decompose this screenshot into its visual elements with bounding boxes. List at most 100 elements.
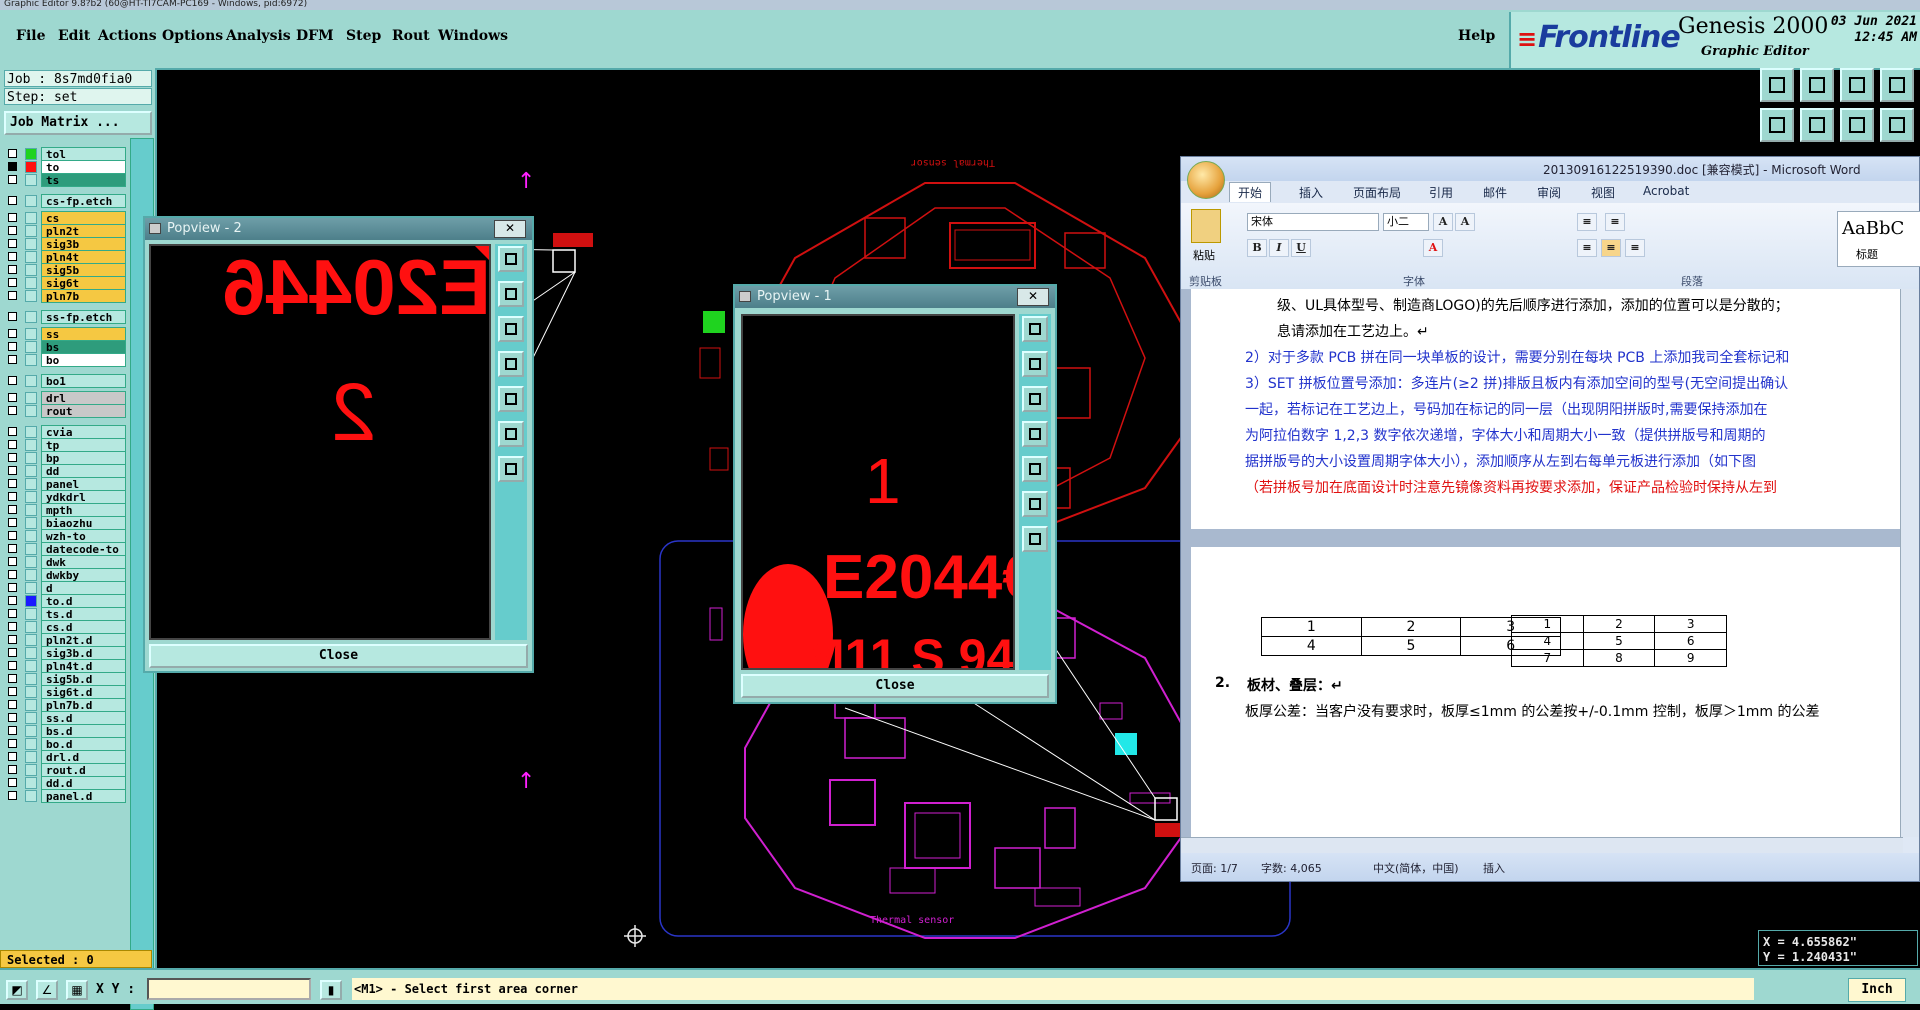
layer-checkbox[interactable] xyxy=(8,609,17,618)
layer-row-ss-fp-etch[interactable]: ss-fp.etch xyxy=(4,310,126,324)
layer-row-sig6t-d[interactable]: sig6t.d xyxy=(4,685,126,699)
units-selector[interactable]: Inch xyxy=(1848,978,1906,1002)
layer-name[interactable]: datecode-to xyxy=(41,542,126,556)
layer-checkbox[interactable] xyxy=(8,687,17,696)
layer-row-pln7b-d[interactable]: pln7b.d xyxy=(4,698,126,712)
layer-color-swatch[interactable] xyxy=(25,238,37,250)
tab-home[interactable]: 开始 xyxy=(1229,182,1272,202)
layer-row-cvia[interactable]: cvia xyxy=(4,425,126,439)
layer-row-cs[interactable]: cs xyxy=(4,211,126,225)
layer-color-swatch[interactable] xyxy=(25,405,37,417)
layer-color-swatch[interactable] xyxy=(25,174,37,186)
layer-name[interactable]: sig5b xyxy=(41,263,126,277)
layer-name[interactable]: to xyxy=(41,160,126,174)
menu-dfm[interactable]: DFM xyxy=(296,28,334,44)
layer-row-sig3b[interactable]: sig3b xyxy=(4,237,126,251)
shrink-font-button[interactable]: A xyxy=(1455,213,1475,231)
layer-row-to-d[interactable]: to.d xyxy=(4,594,126,608)
layer-color-swatch[interactable] xyxy=(25,764,37,776)
layer-color-swatch[interactable] xyxy=(25,465,37,477)
menu-options[interactable]: Options xyxy=(162,28,223,44)
paste-icon[interactable] xyxy=(1191,209,1221,243)
word-horizontal-scrollbar[interactable] xyxy=(1181,837,1903,854)
pan-left-button[interactable] xyxy=(1760,108,1794,142)
grid-snap-button[interactable]: ▦ xyxy=(66,980,88,1000)
layer-color-swatch[interactable] xyxy=(25,595,37,607)
layer-row-bo1[interactable]: bo1 xyxy=(4,374,126,388)
layer-color-swatch[interactable] xyxy=(25,569,37,581)
underline-button[interactable]: U xyxy=(1291,239,1311,257)
layer-name[interactable]: sig3b xyxy=(41,237,126,251)
layer-name[interactable]: ydkdrl xyxy=(41,490,126,504)
layer-row-bs[interactable]: bs xyxy=(4,340,126,354)
layer-row-sig6t[interactable]: sig6t xyxy=(4,276,126,290)
language-indicator[interactable]: 中文(简体，中国) xyxy=(1373,860,1459,876)
pan-right-button[interactable] xyxy=(1800,108,1834,142)
layer-color-swatch[interactable] xyxy=(25,530,37,542)
layer-checkbox[interactable] xyxy=(8,752,17,761)
layer-color-swatch[interactable] xyxy=(25,699,37,711)
page-indicator[interactable]: 页面: 1/7 xyxy=(1191,860,1238,876)
layer-name[interactable]: wzh-to xyxy=(41,529,126,543)
layer-checkbox[interactable] xyxy=(8,557,17,566)
font-name-box[interactable]: 宋体 xyxy=(1247,213,1379,231)
layer-color-swatch[interactable] xyxy=(25,647,37,659)
menu-analysis[interactable]: Analysis xyxy=(226,28,291,44)
layer-color-swatch[interactable] xyxy=(25,777,37,789)
pv-pan-left-button[interactable] xyxy=(498,351,524,377)
layer-name[interactable]: pln2t xyxy=(41,224,126,238)
layer-name[interactable]: panel xyxy=(41,477,126,491)
angle-button[interactable]: ∠ xyxy=(36,980,58,1000)
layer-color-swatch[interactable] xyxy=(25,251,37,263)
layer-checkbox[interactable] xyxy=(8,406,17,415)
layer-name[interactable]: bo xyxy=(41,353,126,367)
layer-checkbox[interactable] xyxy=(8,765,17,774)
layer-color-swatch[interactable] xyxy=(25,264,37,276)
layer-row-to[interactable]: to xyxy=(4,160,126,174)
layer-row-dd[interactable]: dd xyxy=(4,464,126,478)
layer-row-dd-d[interactable]: dd.d xyxy=(4,776,126,790)
layer-row-sig5b[interactable]: sig5b xyxy=(4,263,126,277)
layer-name[interactable]: sig6t.d xyxy=(41,685,126,699)
layer-row-rout-d[interactable]: rout.d xyxy=(4,763,126,777)
layer-name[interactable]: rout xyxy=(41,404,126,418)
layer-row-sig3b-d[interactable]: sig3b.d xyxy=(4,646,126,660)
pv-pan-down-button[interactable] xyxy=(498,316,524,342)
layer-color-swatch[interactable] xyxy=(25,354,37,366)
layer-row-dwkby[interactable]: dwkby xyxy=(4,568,126,582)
menu-file[interactable]: File xyxy=(16,28,45,44)
align-right-button[interactable]: ≡ xyxy=(1625,239,1645,257)
layer-name[interactable]: drl.d xyxy=(41,750,126,764)
align-center-button[interactable]: ≡ xyxy=(1601,239,1621,257)
layer-checkbox[interactable] xyxy=(8,674,17,683)
layer-color-swatch[interactable] xyxy=(25,277,37,289)
layer-checkbox[interactable] xyxy=(8,713,17,722)
layer-checkbox[interactable] xyxy=(8,376,17,385)
layer-checkbox[interactable] xyxy=(8,239,17,248)
pv-pan-right-button[interactable] xyxy=(1022,456,1048,482)
layer-name[interactable]: bo1 xyxy=(41,374,126,388)
layer-checkbox[interactable] xyxy=(8,622,17,631)
layer-name[interactable]: bo.d xyxy=(41,737,126,751)
layer-row-ss-d[interactable]: ss.d xyxy=(4,711,126,725)
layer-name[interactable]: pln4t.d xyxy=(41,659,126,673)
menu-edit[interactable]: Edit xyxy=(58,28,90,44)
job-matrix-button[interactable]: Job Matrix ... xyxy=(4,111,152,135)
layer-checkbox[interactable] xyxy=(8,583,17,592)
insert-mode[interactable]: 插入 xyxy=(1483,860,1505,876)
layer-color-swatch[interactable] xyxy=(25,478,37,490)
layer-name[interactable]: biaozhu xyxy=(41,516,126,530)
pv-zoom-out-button[interactable] xyxy=(1022,526,1048,552)
layer-name[interactable]: mpth xyxy=(41,503,126,517)
layer-row-wzh-to[interactable]: wzh-to xyxy=(4,529,126,543)
layer-row-ydkdrl[interactable]: ydkdrl xyxy=(4,490,126,504)
word-vertical-scrollbar[interactable] xyxy=(1900,289,1919,837)
pv-pan-up-button[interactable] xyxy=(1022,351,1048,377)
layer-color-swatch[interactable] xyxy=(25,504,37,516)
layer-row-cs-fp-etch[interactable]: cs-fp.etch xyxy=(4,194,126,208)
layer-row-pln2t[interactable]: pln2t xyxy=(4,224,126,238)
layer-name[interactable]: cs.d xyxy=(41,620,126,634)
layer-row-pln7b[interactable]: pln7b xyxy=(4,289,126,303)
popview-2-close-button[interactable]: Close xyxy=(149,644,528,668)
zoom-home-button[interactable] xyxy=(1760,68,1794,102)
